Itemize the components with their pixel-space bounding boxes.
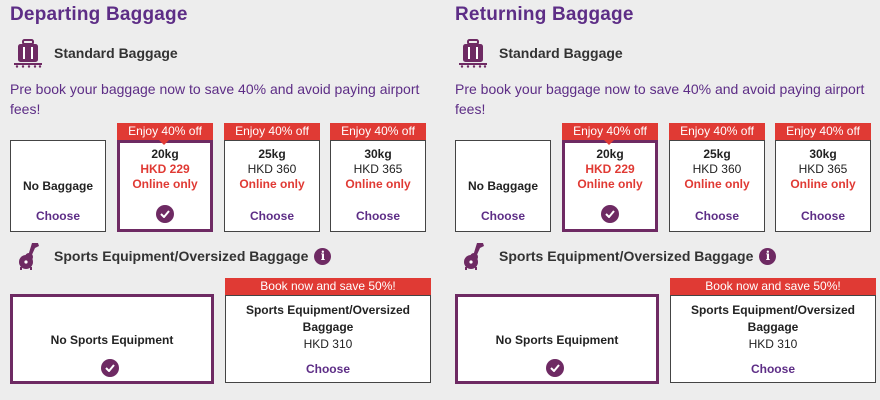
- baggage-options: No Baggage Choose Enjoy 40% off 20kg HKD…: [455, 123, 880, 233]
- option-no-sports-equipment[interactable]: No Sports Equipment: [455, 294, 659, 384]
- standard-baggage-label: Standard Baggage: [54, 45, 178, 61]
- option-price: HKD 360: [692, 162, 742, 176]
- option-20kg[interactable]: Enjoy 40% off 20kg HKD 229 Online only: [117, 123, 213, 232]
- selected-check-icon: [101, 359, 119, 377]
- sports-equipment-label: Sports Equipment/Oversized Baggage: [54, 248, 309, 264]
- choose-link[interactable]: Choose: [670, 209, 764, 223]
- option-price: HKD 310: [303, 337, 353, 351]
- discount-ribbon: Enjoy 40% off: [775, 123, 871, 140]
- option-weight: 20kg: [151, 147, 179, 161]
- promo-text: Pre book your baggage now to save 40% an…: [455, 81, 865, 117]
- option-30kg[interactable]: Enjoy 40% off 30kg HKD 365 Online only C…: [330, 123, 426, 232]
- choose-link[interactable]: Choose: [331, 209, 425, 223]
- discount-ribbon: Enjoy 40% off: [117, 123, 213, 145]
- option-name-line2: Baggage: [302, 320, 354, 334]
- option-price: HKD 360: [247, 162, 297, 176]
- section-title: Returning Baggage: [455, 4, 634, 25]
- option-price: HKD 229: [585, 162, 635, 176]
- option-name: Sports Equipment/Oversized Baggage: [671, 302, 875, 336]
- option-weight: 25kg: [703, 147, 731, 161]
- discount-ribbon: Book now and save 50%!: [670, 278, 876, 295]
- option-sports-equipment[interactable]: Book now and save 50%! Sports Equipment/…: [225, 278, 431, 383]
- option-label: No Baggage: [467, 179, 538, 193]
- choose-link[interactable]: Choose: [776, 209, 870, 223]
- option-price: HKD 365: [353, 162, 403, 176]
- option-weight: 30kg: [364, 147, 392, 161]
- standard-baggage-header: Standard Baggage: [12, 38, 178, 68]
- option-label: No Baggage: [22, 179, 93, 193]
- option-price: HKD 365: [798, 162, 848, 176]
- option-30kg[interactable]: Enjoy 40% off 30kg HKD 365 Online only C…: [775, 123, 871, 232]
- option-no-baggage[interactable]: No Baggage Choose: [10, 140, 106, 232]
- baggage-page: Departing Baggage Standard Baggage Pre b…: [0, 0, 880, 400]
- discount-ribbon: Enjoy 40% off: [224, 123, 320, 140]
- online-only-label: Online only: [345, 177, 411, 191]
- option-weight: 20kg: [596, 147, 624, 161]
- selected-check-icon: [601, 205, 619, 223]
- online-only-label: Online only: [684, 177, 750, 191]
- option-25kg[interactable]: Enjoy 40% off 25kg HKD 360 Online only C…: [224, 123, 320, 232]
- choose-link[interactable]: Choose: [11, 209, 105, 223]
- online-only-label: Online only: [132, 177, 198, 191]
- option-sports-equipment[interactable]: Book now and save 50%! Sports Equipment/…: [670, 278, 876, 383]
- option-price: HKD 229: [140, 162, 190, 176]
- selected-check-icon: [156, 205, 174, 223]
- returning-baggage-section: Returning Baggage Standard Baggage Pre b…: [455, 0, 880, 400]
- sports-equipment-header: Sports Equipment/Oversized Baggage i: [461, 240, 777, 272]
- discount-ribbon: Enjoy 40% off: [562, 123, 658, 145]
- option-label: No Sports Equipment: [495, 333, 619, 347]
- option-price: HKD 310: [748, 337, 798, 351]
- baggage-options: No Baggage Choose Enjoy 40% off 20kg HKD…: [10, 123, 442, 233]
- info-icon[interactable]: i: [314, 247, 332, 265]
- option-name-line2: Baggage: [747, 320, 799, 334]
- option-name-line1: Sports Equipment/Oversized: [245, 303, 411, 317]
- option-label: No Sports Equipment: [50, 333, 174, 347]
- choose-link[interactable]: Choose: [226, 362, 430, 376]
- section-title: Departing Baggage: [10, 4, 188, 25]
- option-name: Sports Equipment/Oversized Baggage: [226, 302, 430, 336]
- option-20kg[interactable]: Enjoy 40% off 20kg HKD 229 Online only: [562, 123, 658, 232]
- promo-text: Pre book your baggage now to save 40% an…: [10, 81, 420, 117]
- choose-link[interactable]: Choose: [225, 209, 319, 223]
- option-no-sports-equipment[interactable]: No Sports Equipment: [10, 294, 214, 384]
- online-only-label: Online only: [790, 177, 856, 191]
- discount-ribbon: Enjoy 40% off: [330, 123, 426, 140]
- choose-link[interactable]: Choose: [671, 362, 875, 376]
- standard-baggage-label: Standard Baggage: [499, 45, 623, 61]
- departing-baggage-section: Departing Baggage Standard Baggage Pre b…: [10, 0, 442, 400]
- online-only-label: Online only: [577, 177, 643, 191]
- online-only-label: Online only: [239, 177, 305, 191]
- option-25kg[interactable]: Enjoy 40% off 25kg HKD 360 Online only C…: [669, 123, 765, 232]
- luggage-icon: [12, 38, 44, 68]
- guitar-icon: [16, 240, 42, 272]
- option-weight: 25kg: [258, 147, 286, 161]
- sports-equipment-label: Sports Equipment/Oversized Baggage: [499, 248, 754, 264]
- guitar-icon: [461, 240, 487, 272]
- selected-check-icon: [546, 359, 564, 377]
- option-name-line1: Sports Equipment/Oversized: [690, 303, 856, 317]
- option-weight: 30kg: [809, 147, 837, 161]
- option-no-baggage[interactable]: No Baggage Choose: [455, 140, 551, 232]
- discount-ribbon: Enjoy 40% off: [669, 123, 765, 140]
- discount-ribbon: Book now and save 50%!: [225, 278, 431, 295]
- luggage-icon: [457, 38, 489, 68]
- standard-baggage-header: Standard Baggage: [457, 38, 623, 68]
- info-icon[interactable]: i: [759, 247, 777, 265]
- choose-link[interactable]: Choose: [456, 209, 550, 223]
- sports-equipment-header: Sports Equipment/Oversized Baggage i: [16, 240, 332, 272]
